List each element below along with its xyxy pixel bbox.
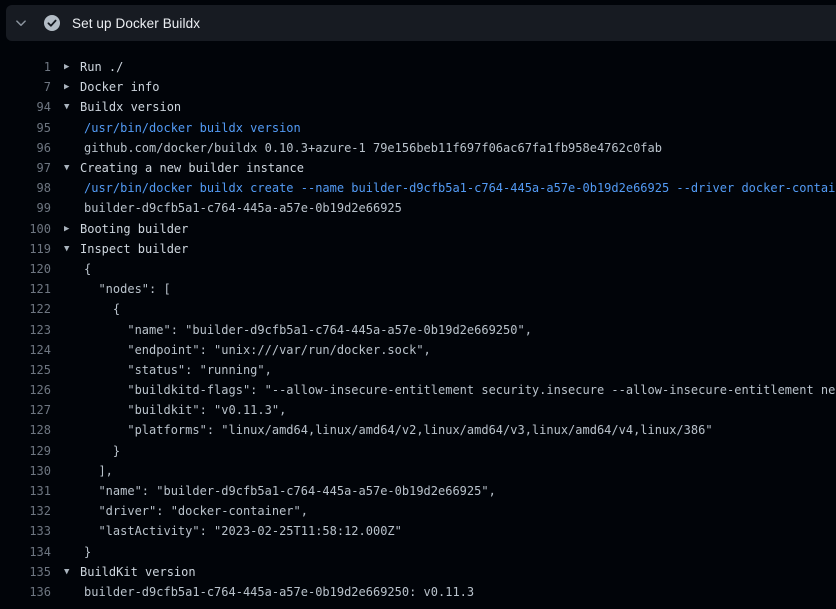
log-line[interactable]: 94 ▼ Buildx version — [0, 97, 836, 117]
line-text: builder-d9cfb5a1-c764-445a-a57e-0b19d2e6… — [80, 201, 402, 215]
log-line[interactable]: 7 ▶ Docker info — [0, 77, 836, 97]
line-number[interactable]: 123 — [0, 323, 51, 337]
group-collapsed-icon: ▶ — [64, 62, 80, 72]
line-number[interactable]: 98 — [0, 181, 51, 195]
step-title: Set up Docker Buildx — [72, 16, 200, 31]
group-expanded-icon: ▼ — [64, 163, 80, 173]
log-line[interactable]: 135 ▼ BuildKit version — [0, 562, 836, 582]
line-number[interactable]: 99 — [0, 201, 51, 215]
line-text: "lastActivity": "2023-02-25T11:58:12.000… — [80, 524, 402, 538]
group-collapsed-icon: ▶ — [64, 82, 80, 92]
line-number[interactable]: 132 — [0, 504, 51, 518]
log-line: 125 "status": "running", — [0, 360, 836, 380]
log-line: 136 builder-d9cfb5a1-c764-445a-a57e-0b19… — [0, 582, 836, 602]
log-line: 134 } — [0, 542, 836, 562]
line-number[interactable]: 7 — [0, 80, 51, 94]
line-text: BuildKit version — [80, 565, 196, 579]
line-text: "driver": "docker-container", — [80, 504, 308, 518]
line-number[interactable]: 134 — [0, 545, 51, 559]
log-line: 133 "lastActivity": "2023-02-25T11:58:12… — [0, 521, 836, 541]
log-line: 123 "name": "builder-d9cfb5a1-c764-445a-… — [0, 319, 836, 339]
log-line: 132 "driver": "docker-container", — [0, 501, 836, 521]
line-number[interactable]: 121 — [0, 282, 51, 296]
log-line: 95 /usr/bin/docker buildx version — [0, 118, 836, 138]
line-text: Booting builder — [80, 222, 188, 236]
line-text: Run ./ — [80, 60, 123, 74]
line-text: Creating a new builder instance — [80, 161, 304, 175]
chevron-down-icon[interactable] — [6, 5, 36, 41]
log-line: 126 "buildkitd-flags": "--allow-insecure… — [0, 380, 836, 400]
line-number[interactable]: 136 — [0, 585, 51, 599]
line-text: } — [80, 545, 91, 559]
line-number[interactable]: 125 — [0, 363, 51, 377]
line-text: "endpoint": "unix:///var/run/docker.sock… — [80, 343, 431, 357]
log-line: 128 "platforms": "linux/amd64,linux/amd6… — [0, 420, 836, 440]
log-line[interactable]: 1 ▶ Run ./ — [0, 57, 836, 77]
group-expanded-icon: ▼ — [64, 567, 80, 577]
log-line: 120 { — [0, 259, 836, 279]
line-number[interactable]: 129 — [0, 444, 51, 458]
line-text: /usr/bin/docker buildx version — [80, 121, 301, 135]
line-number[interactable]: 122 — [0, 302, 51, 316]
group-collapsed-icon: ▶ — [64, 224, 80, 234]
group-expanded-icon: ▼ — [64, 244, 80, 254]
log-line: 131 "name": "builder-d9cfb5a1-c764-445a-… — [0, 481, 836, 501]
check-circle-icon — [44, 15, 60, 31]
line-number[interactable]: 128 — [0, 423, 51, 437]
line-text: "platforms": "linux/amd64,linux/amd64/v2… — [80, 423, 713, 437]
line-text: { — [80, 262, 91, 276]
line-number[interactable]: 135 — [0, 565, 51, 579]
line-text: "name": "builder-d9cfb5a1-c764-445a-a57e… — [80, 484, 496, 498]
log-line[interactable]: 100 ▶ Booting builder — [0, 219, 836, 239]
line-number[interactable]: 95 — [0, 121, 51, 135]
line-text: "buildkitd-flags": "--allow-insecure-ent… — [80, 383, 836, 397]
line-number[interactable]: 133 — [0, 524, 51, 538]
line-number[interactable]: 100 — [0, 222, 51, 236]
log-line: 130 ], — [0, 461, 836, 481]
line-text: /usr/bin/docker buildx create --name bui… — [80, 181, 836, 195]
line-number[interactable]: 127 — [0, 403, 51, 417]
log-line[interactable]: 119 ▼ Inspect builder — [0, 239, 836, 259]
line-text: Buildx version — [80, 100, 181, 114]
line-text: } — [80, 444, 120, 458]
log-line: 122 { — [0, 299, 836, 319]
line-number[interactable]: 130 — [0, 464, 51, 478]
line-number[interactable]: 131 — [0, 484, 51, 498]
log-line: 121 "nodes": [ — [0, 279, 836, 299]
group-expanded-icon: ▼ — [64, 102, 80, 112]
line-number[interactable]: 119 — [0, 242, 51, 256]
line-number[interactable]: 96 — [0, 141, 51, 155]
line-number[interactable]: 120 — [0, 262, 51, 276]
line-number[interactable]: 94 — [0, 100, 51, 114]
line-text: "nodes": [ — [80, 282, 171, 296]
log-line[interactable]: 97 ▼ Creating a new builder instance — [0, 158, 836, 178]
log-line: 124 "endpoint": "unix:///var/run/docker.… — [0, 340, 836, 360]
line-number[interactable]: 97 — [0, 161, 51, 175]
line-number[interactable]: 126 — [0, 383, 51, 397]
step-header[interactable]: Set up Docker Buildx — [6, 5, 836, 41]
log-line: 99 builder-d9cfb5a1-c764-445a-a57e-0b19d… — [0, 198, 836, 218]
log-line: 129 } — [0, 441, 836, 461]
line-text: "name": "builder-d9cfb5a1-c764-445a-a57e… — [80, 323, 532, 337]
line-text: { — [80, 302, 120, 316]
line-number[interactable]: 1 — [0, 60, 51, 74]
log-line: 98 /usr/bin/docker buildx create --name … — [0, 178, 836, 198]
log-line: 96 github.com/docker/buildx 0.10.3+azure… — [0, 138, 836, 158]
line-text: "status": "running", — [80, 363, 272, 377]
line-text: ], — [80, 464, 113, 478]
log-viewer: 1 ▶ Run ./ 7 ▶ Docker info 94 ▼ Buildx v… — [0, 41, 836, 602]
log-line: 127 "buildkit": "v0.11.3", — [0, 400, 836, 420]
line-text: "buildkit": "v0.11.3", — [80, 403, 286, 417]
line-text: Docker info — [80, 80, 159, 94]
line-text: github.com/docker/buildx 0.10.3+azure-1 … — [80, 141, 662, 155]
line-number[interactable]: 124 — [0, 343, 51, 357]
line-text: Inspect builder — [80, 242, 188, 256]
line-text: builder-d9cfb5a1-c764-445a-a57e-0b19d2e6… — [80, 585, 474, 599]
